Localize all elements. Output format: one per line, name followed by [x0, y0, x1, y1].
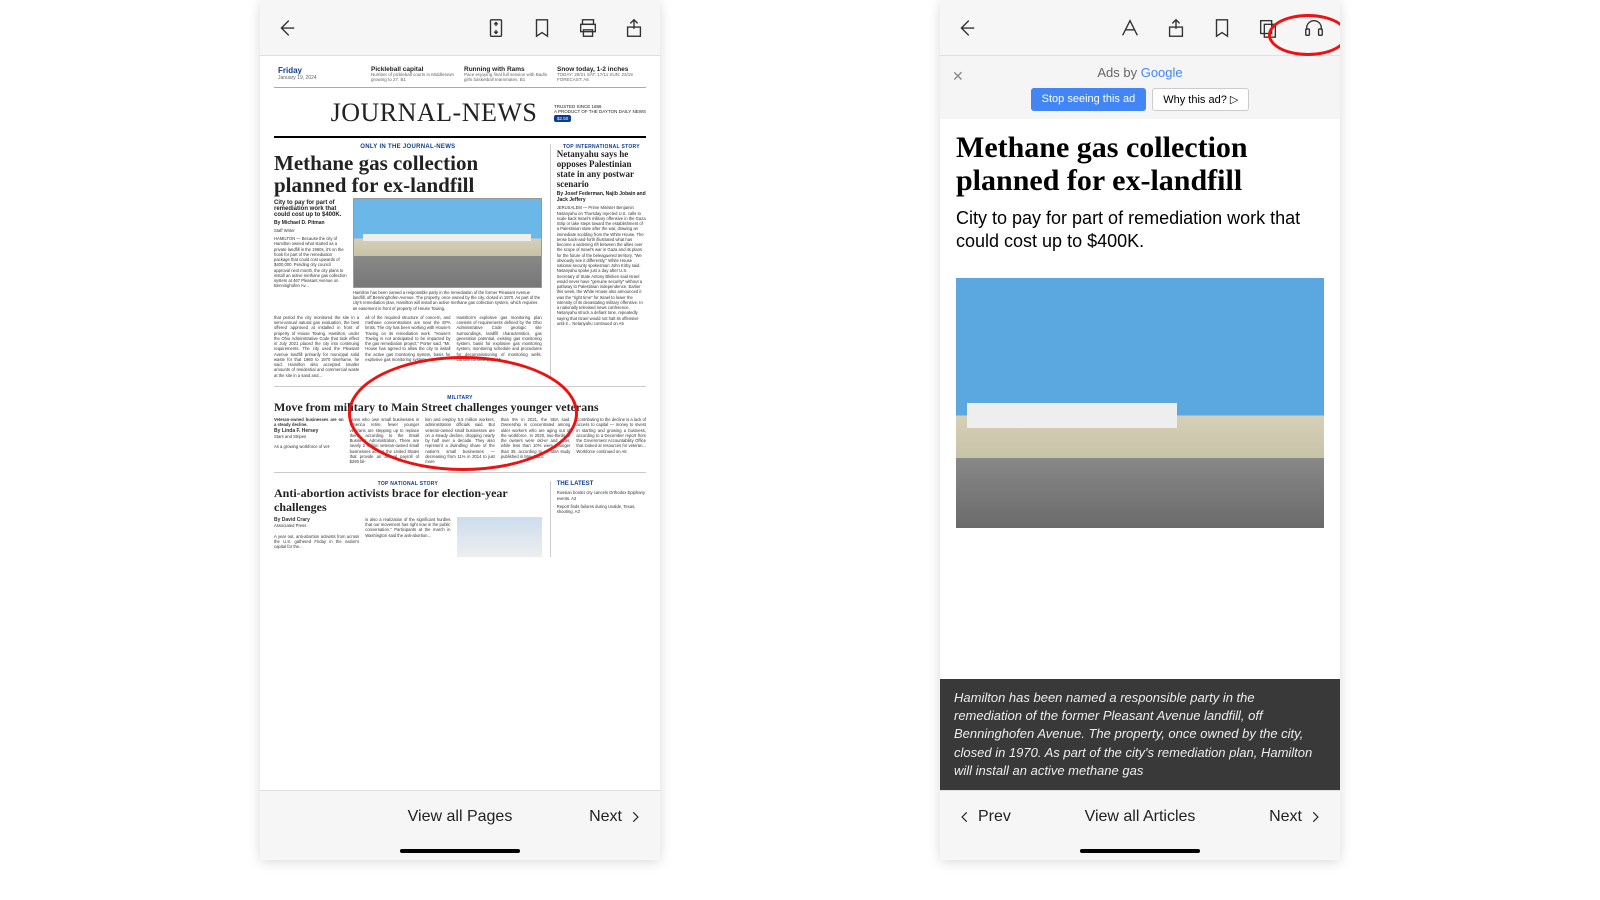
lead-headline: Methane gas collection planned for ex-la… — [274, 152, 542, 196]
view-all-pages-button[interactable]: View all Pages — [408, 808, 513, 826]
date-label: January 19, 2024 — [278, 75, 363, 81]
article-caption: Hamilton has been named a responsible pa… — [940, 679, 1340, 790]
story2-headline: Move from military to Main Street challe… — [274, 401, 646, 414]
home-indicator — [260, 842, 660, 860]
text-size-icon[interactable] — [1118, 16, 1142, 40]
phone-article-view: ✕ Ads by Google Stop seeing this ad Why … — [940, 0, 1340, 860]
phone-page-view: FridayJanuary 19, 2024 Pickleball capita… — [260, 0, 660, 860]
next-page-button[interactable]: Next — [589, 808, 642, 826]
share-icon[interactable] — [1164, 16, 1188, 40]
byline: By Michael D. Pitman — [274, 220, 347, 226]
headphones-icon[interactable] — [1302, 16, 1326, 40]
teaser-row: FridayJanuary 19, 2024 Pickleball capita… — [274, 66, 646, 88]
topbar-left — [260, 0, 660, 56]
bottombar-left: View all Pages Next — [260, 790, 660, 842]
kicker: ONLY IN THE JOURNAL-NEWS — [274, 144, 542, 150]
next-article-button[interactable]: Next — [1269, 808, 1322, 826]
back-icon[interactable] — [274, 16, 298, 40]
lead-photo — [353, 198, 542, 288]
ad-bar: ✕ Ads by Google Stop seeing this ad Why … — [940, 56, 1340, 119]
print-icon[interactable] — [576, 16, 600, 40]
side-headline: Netanyahu says he opposes Palestinian st… — [557, 150, 646, 190]
bottombar-right: Prev View all Articles Next — [940, 790, 1340, 842]
view-all-articles-button[interactable]: View all Articles — [1085, 808, 1196, 826]
article-headline: Methane gas collection planned for ex-la… — [956, 131, 1324, 197]
why-ad-button[interactable]: Why this ad? ▷ — [1152, 88, 1249, 111]
topbar-right — [940, 0, 1340, 56]
article-sub: City to pay for part of remediation work… — [956, 207, 1324, 254]
article-content[interactable]: ✕ Ads by Google Stop seeing this ad Why … — [940, 56, 1340, 790]
story3-headline: Anti-abortion activists brace for electi… — [274, 487, 542, 513]
stop-ad-button[interactable]: Stop seeing this ad — [1031, 88, 1147, 111]
newspaper-page[interactable]: FridayJanuary 19, 2024 Pickleball capita… — [260, 56, 660, 790]
masthead-sub: TRUSTED SINCE 1886A PRODUCT OF THE DAYTO… — [554, 104, 646, 122]
article-photo — [956, 278, 1324, 528]
back-icon[interactable] — [954, 16, 978, 40]
prev-article-button[interactable]: Prev — [958, 808, 1011, 826]
home-indicator — [940, 842, 1340, 860]
day-label: Friday — [278, 66, 363, 75]
share-icon[interactable] — [622, 16, 646, 40]
photo-caption: Hamilton has been named a responsible pa… — [353, 290, 542, 311]
masthead: JOURNAL-NEWS — [331, 94, 538, 132]
bookmark-icon[interactable] — [530, 16, 554, 40]
lead-sub: City to pay for part of remediation work… — [274, 200, 347, 218]
bookmark-icon[interactable] — [1210, 16, 1234, 40]
ad-close-icon[interactable]: ✕ — [952, 68, 964, 85]
fit-page-icon[interactable] — [484, 16, 508, 40]
copy-icon[interactable] — [1256, 16, 1280, 40]
ad-label: Ads by Google — [1097, 65, 1182, 80]
